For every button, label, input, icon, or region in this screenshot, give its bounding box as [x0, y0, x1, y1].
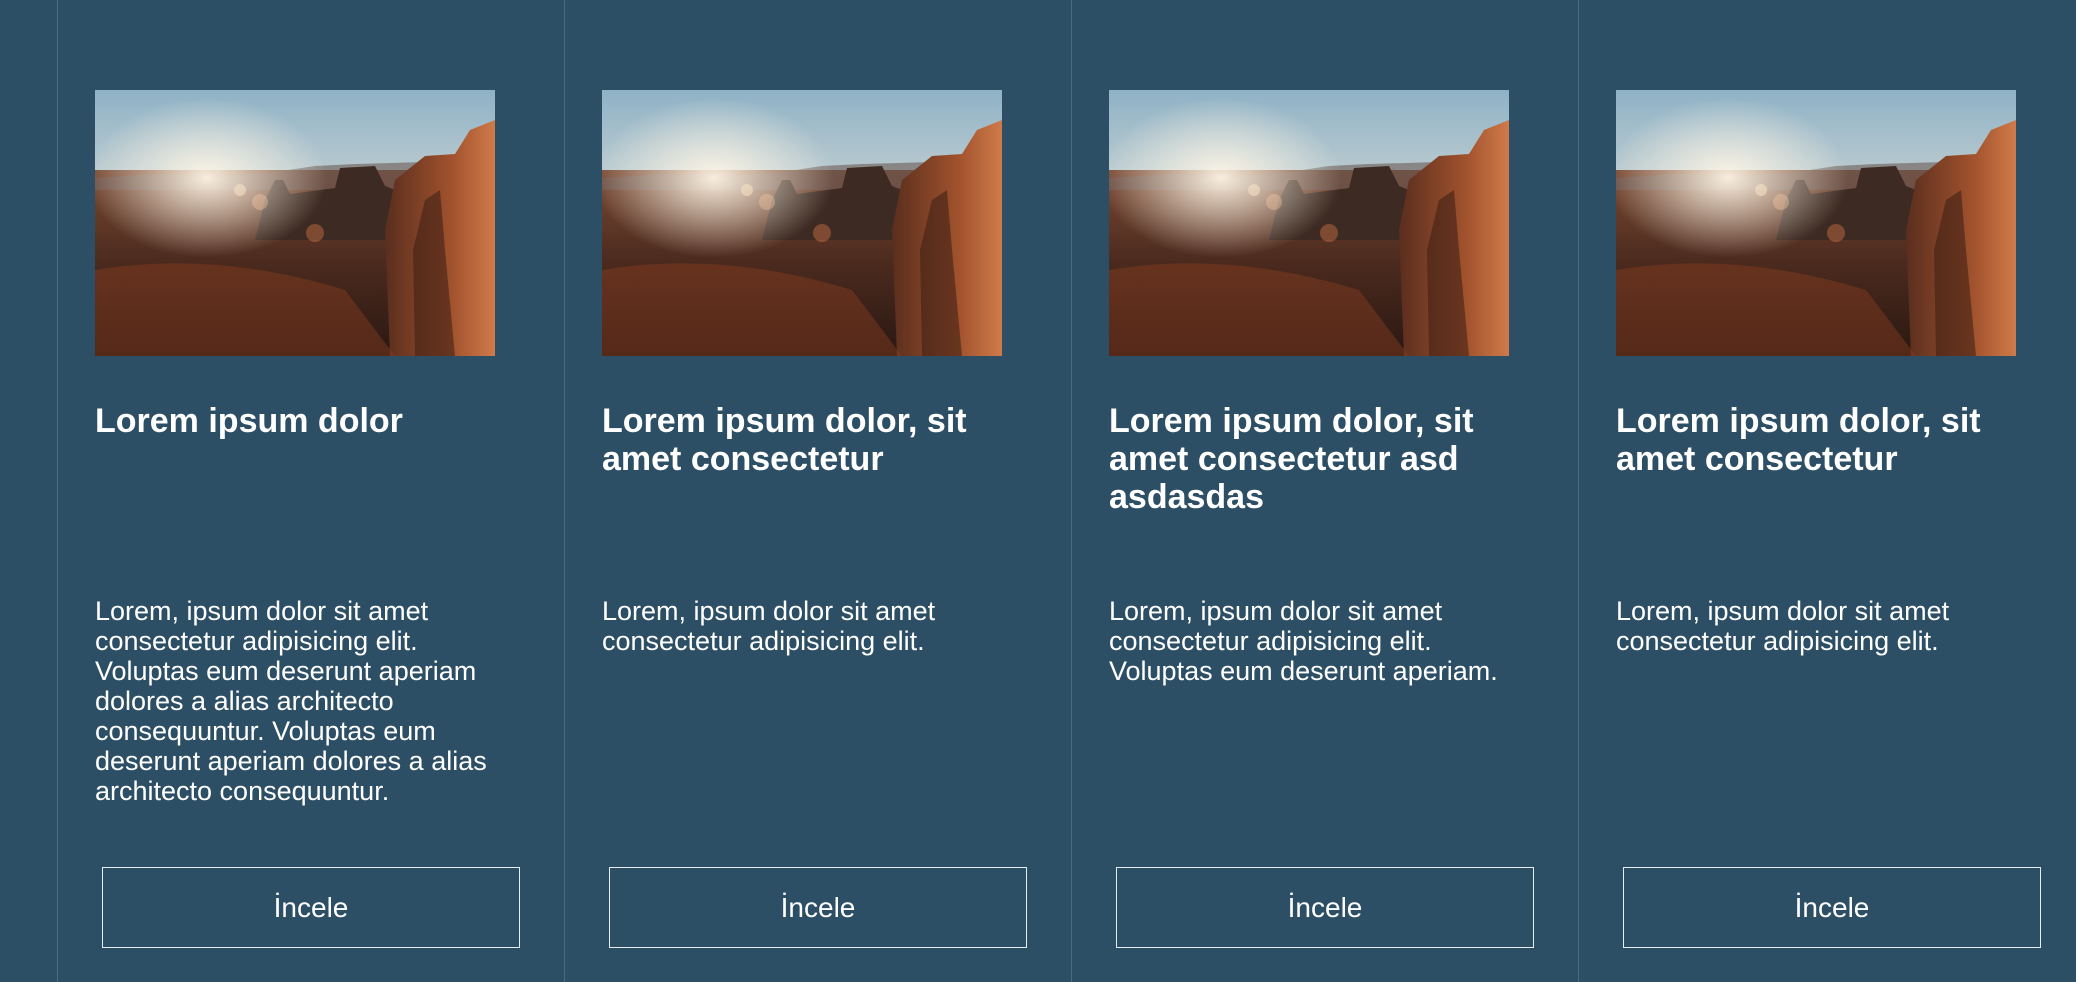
card-description: Lorem, ipsum dolor sit amet consectetur …	[1616, 596, 1950, 656]
card-grid-page: Lorem ipsum dolor Lorem, ipsum dolor sit…	[0, 0, 2076, 982]
canyon-photo-icon	[1616, 90, 2016, 356]
card-title: Lorem ipsum dolor, sit amet consectetur	[1616, 402, 1981, 478]
card-title: Lorem ipsum dolor, sit amet consectetur …	[1109, 402, 1474, 516]
column-divider	[564, 0, 565, 982]
canyon-photo-icon	[1109, 90, 1509, 356]
canyon-photo-icon	[602, 90, 1002, 356]
inspect-button[interactable]: İncele	[609, 867, 1027, 948]
column-divider	[1071, 0, 1072, 982]
inspect-button[interactable]: İncele	[102, 867, 520, 948]
column-divider	[57, 0, 58, 982]
card-image	[602, 90, 1002, 356]
canyon-photo-icon	[95, 90, 495, 356]
column-divider	[1578, 0, 1579, 982]
card-image	[1109, 90, 1509, 356]
card-description: Lorem, ipsum dolor sit amet consectetur …	[602, 596, 936, 656]
card-image	[1616, 90, 2016, 356]
card-title: Lorem ipsum dolor, sit amet consectetur	[602, 402, 967, 478]
inspect-button[interactable]: İncele	[1623, 867, 2041, 948]
card-title: Lorem ipsum dolor	[95, 402, 403, 440]
inspect-button[interactable]: İncele	[1116, 867, 1534, 948]
card-image	[95, 90, 495, 356]
card-description: Lorem, ipsum dolor sit amet consectetur …	[95, 596, 487, 806]
card-description: Lorem, ipsum dolor sit amet consectetur …	[1109, 596, 1498, 686]
